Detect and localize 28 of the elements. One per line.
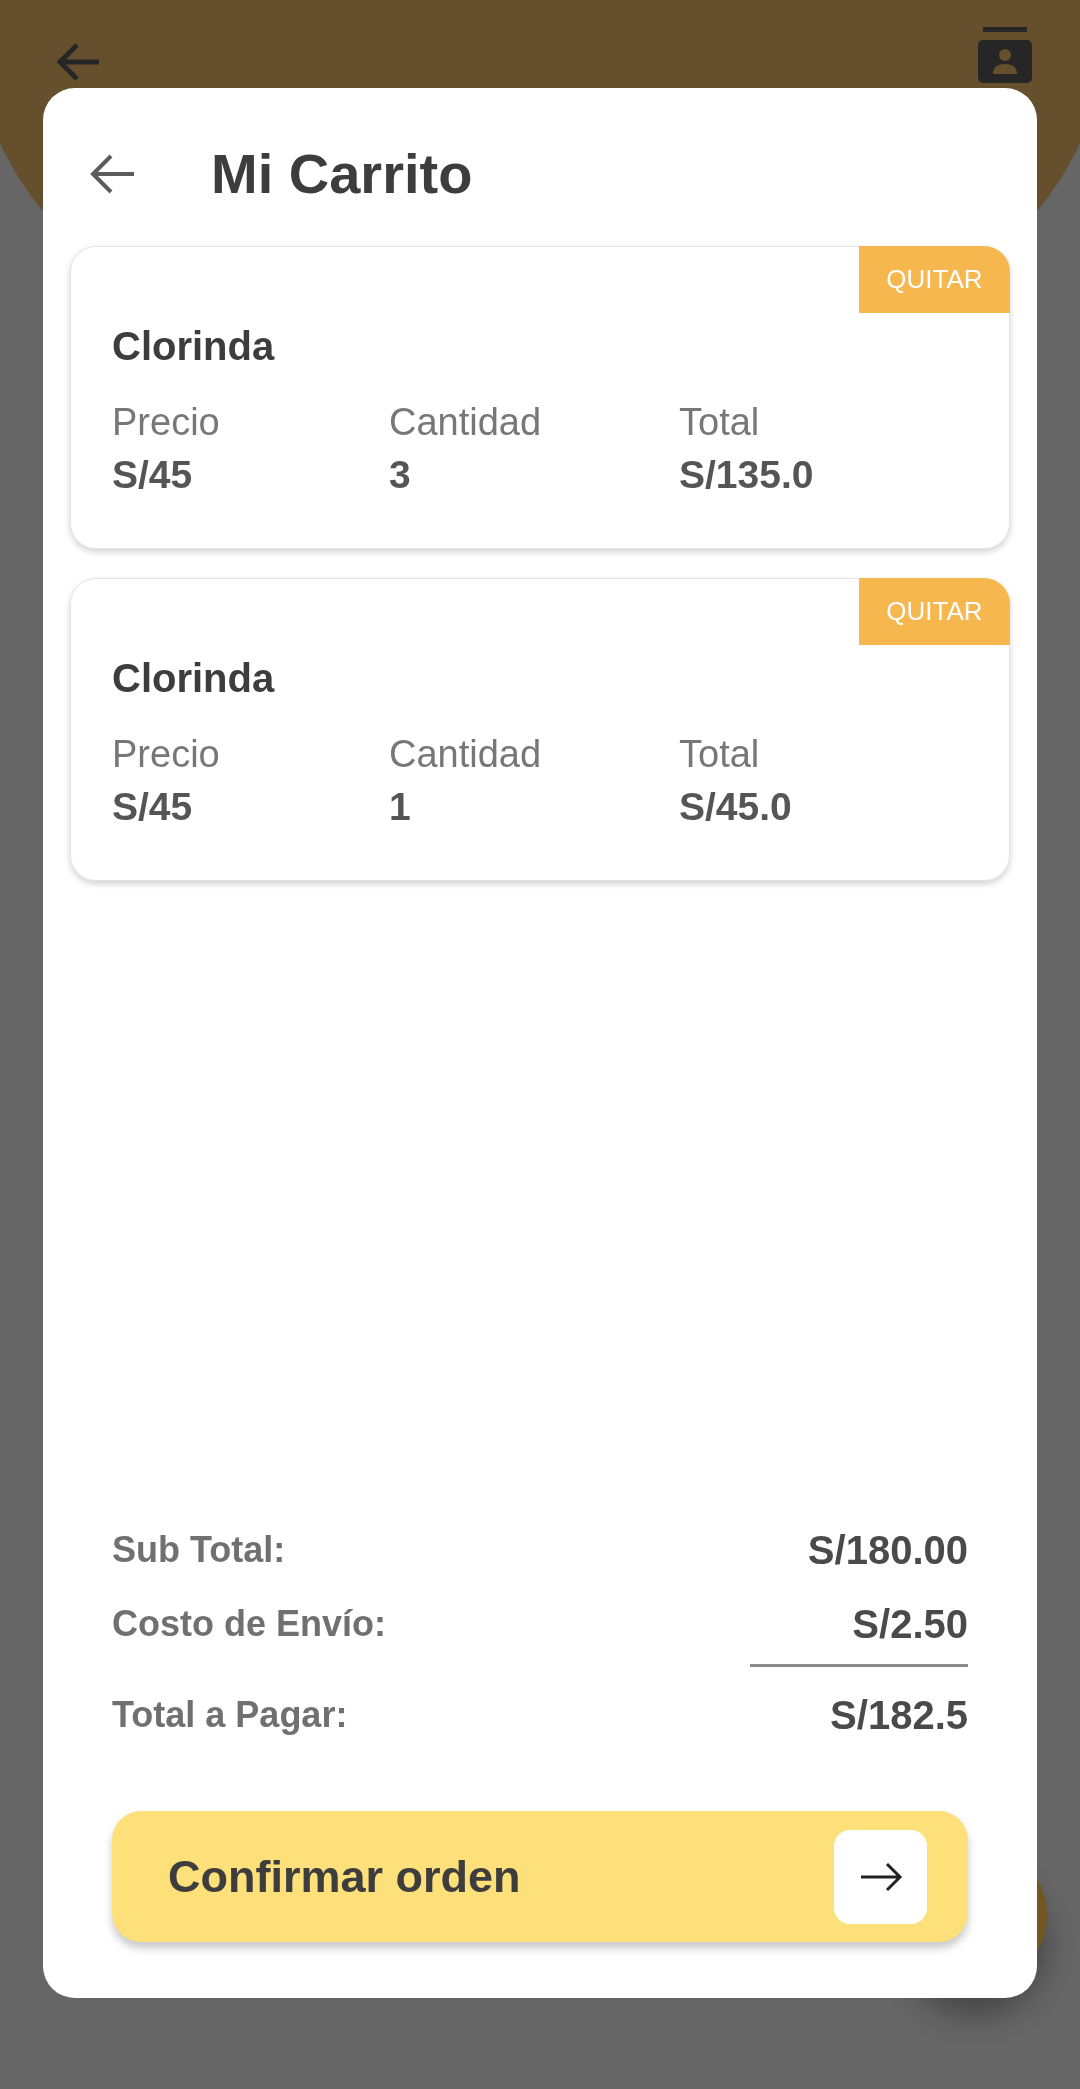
summary-value: S/182.5 xyxy=(830,1692,968,1739)
back-arrow-icon xyxy=(56,43,100,81)
product-name: Clorinda xyxy=(112,655,276,702)
summary-label: Sub Total: xyxy=(112,1528,286,1572)
field-value: S/135.0 xyxy=(679,452,814,498)
confirm-order-button[interactable]: Confirmar orden xyxy=(112,1811,968,1942)
field-label: Precio xyxy=(112,400,220,445)
summary-label: Total a Pagar: xyxy=(112,1693,348,1737)
dialog-title: Mi Carrito xyxy=(211,142,473,206)
product-name: Clorinda xyxy=(112,323,276,370)
field-label: Cantidad xyxy=(389,400,542,445)
summary-label: Costo de Envío: xyxy=(112,1602,386,1646)
contact-card-icon xyxy=(978,27,1032,83)
field-label: Total xyxy=(679,400,760,445)
field-label: Precio xyxy=(112,732,220,777)
summary-value: S/180.00 xyxy=(807,1527,968,1574)
summary-value: S/2.50 xyxy=(852,1601,968,1648)
remove-button[interactable]: QUITAR xyxy=(859,246,1010,313)
field-value: S/45 xyxy=(112,452,193,498)
back-arrow-icon[interactable] xyxy=(89,154,135,194)
field-value: 3 xyxy=(389,452,411,498)
remove-button[interactable]: QUITAR xyxy=(859,578,1010,645)
field-value: S/45 xyxy=(112,784,193,830)
field-value: 1 xyxy=(389,784,411,830)
field-label: Cantidad xyxy=(389,732,542,777)
field-value: S/45.0 xyxy=(679,784,792,830)
field-label: Total xyxy=(679,732,760,777)
arrow-right-icon xyxy=(834,1829,927,1924)
